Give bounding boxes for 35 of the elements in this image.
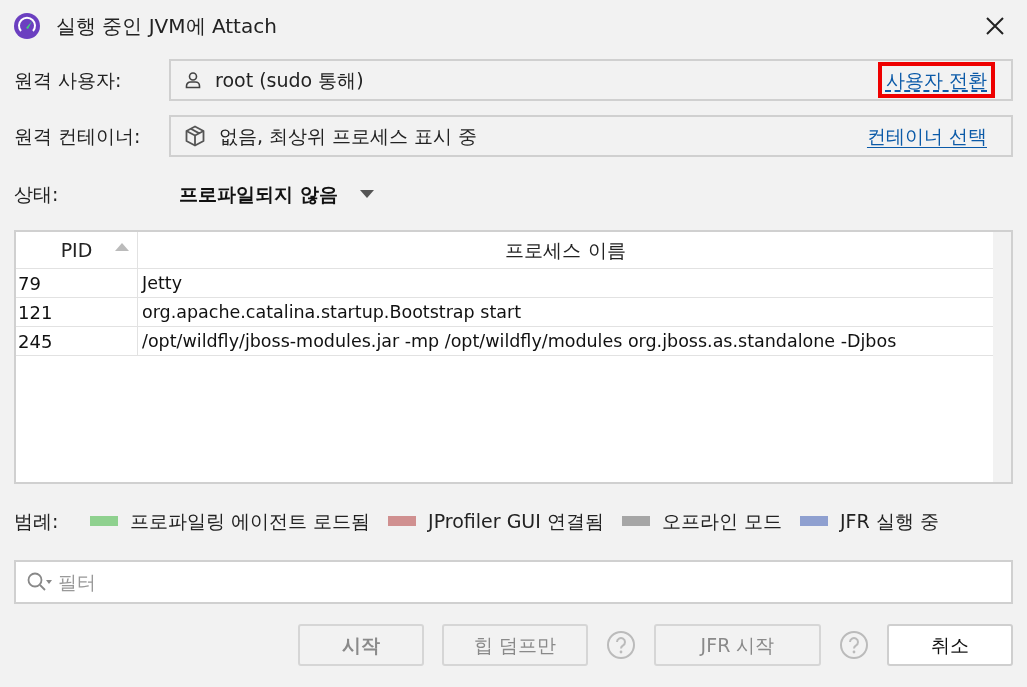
- legend-text: JProfiler GUI 연결됨: [428, 508, 604, 534]
- close-icon: [985, 16, 1005, 36]
- search-icon: [26, 571, 54, 593]
- user-icon: [183, 70, 203, 90]
- table-cell-text: org.apache.catalina.startup.Bootstrap start: [141, 301, 522, 324]
- legend-text: JFR 실행 중: [839, 508, 939, 534]
- table-row[interactable]: 245 /opt/wildfly/jboss-modules.jar -mp /opt/wildfly/modules org.jboss.as.standalone -Djbos: [16, 327, 993, 356]
- column-header[interactable]: 프로세스 이름: [138, 232, 993, 268]
- dialog-button[interactable]: 취소: [887, 624, 1013, 666]
- package-icon: [183, 124, 207, 148]
- table-row[interactable]: 79 Jetty: [16, 269, 993, 298]
- field-value: 없음, 최상위 프로세스 표시 중: [219, 123, 479, 149]
- table-cell-text: Jetty: [140, 272, 182, 295]
- window-title: 실행 중인 JVM에 Attach: [56, 13, 278, 40]
- table-cell: 79: [16, 269, 138, 297]
- help-icon[interactable]: [606, 630, 636, 660]
- legend-label: 범례:: [14, 508, 60, 534]
- link[interactable]: 컨테이너 선택: [862, 121, 991, 151]
- scrollbar-track[interactable]: [993, 232, 1011, 482]
- field-value: root (sudo 통해): [215, 67, 365, 93]
- app-logo-icon: [14, 13, 40, 39]
- field-label: 원격 컨테이너:: [14, 123, 142, 149]
- table-cell-text: /opt/wildfly/jboss-modules.jar -mp /opt/wildfly/modules org.jboss.as.standalone -Djbos: [141, 330, 897, 353]
- status-dropdown[interactable]: 프로파일되지 않음: [179, 179, 374, 209]
- caret-icon: [359, 190, 374, 198]
- help-icon[interactable]: [839, 630, 869, 660]
- table-row[interactable]: 121 org.apache.catalina.startup.Bootstrap start: [16, 298, 993, 327]
- legend-text: 프로파일링 에이전트 로드됨: [130, 508, 371, 534]
- column-header[interactable]: PID: [16, 232, 138, 268]
- filter-field[interactable]: 필터: [14, 560, 1013, 604]
- field-label: 상태:: [14, 181, 60, 207]
- table-cell: 245: [16, 327, 138, 355]
- table-cell: 121: [16, 298, 138, 326]
- legend-text: 오프라인 모드: [661, 508, 782, 534]
- field-label: 원격 사용자:: [14, 67, 123, 93]
